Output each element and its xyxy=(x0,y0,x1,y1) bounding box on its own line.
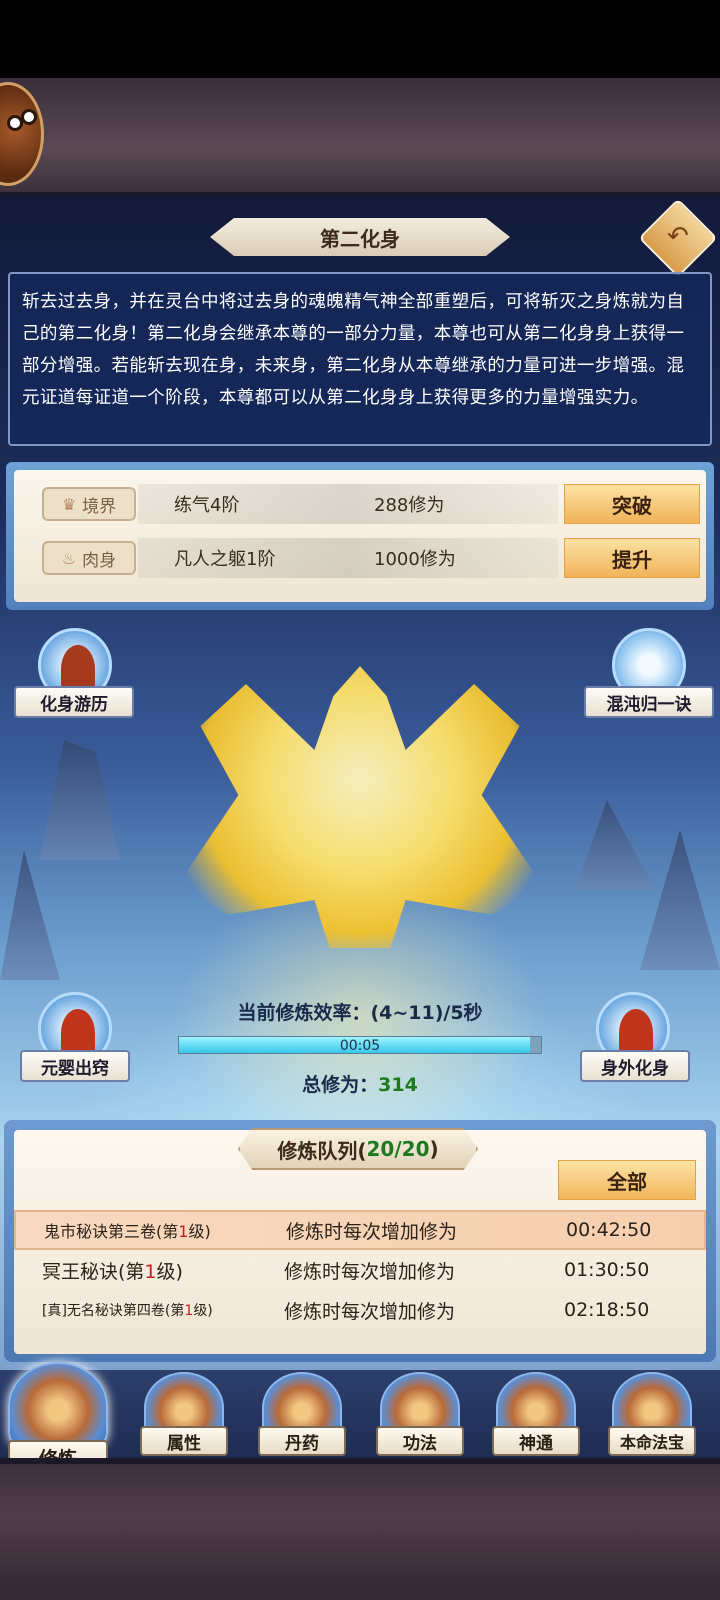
nav-label: 神通 xyxy=(492,1426,580,1456)
queue-item-name: [真]无名秘诀第四卷(第1级) xyxy=(42,1303,213,1319)
queue-item-name: 鬼市秘诀第三卷(第1级) xyxy=(44,1222,211,1241)
stats-panel: ♛ 境界 练气4阶 288修为 突破 ♨ 肉身 凡人之躯1阶 1000修为 提升 xyxy=(6,462,714,610)
nav-label: 属性 xyxy=(140,1426,228,1456)
stat-label-text: 境界 xyxy=(82,496,117,517)
nav-attributes[interactable]: 属性 xyxy=(136,1372,232,1468)
nav-cultivate[interactable]: 修炼 xyxy=(8,1362,108,1474)
nav-pills[interactable]: 丹药 xyxy=(254,1372,350,1468)
progress-timer: 00:05 xyxy=(339,1038,381,1054)
cultivate-icon xyxy=(8,1362,108,1450)
status-bar-area xyxy=(0,0,720,78)
queue-item-name: 冥王秘诀(第1级) xyxy=(42,1260,183,1283)
nav-divine-powers[interactable]: 神通 xyxy=(488,1372,584,1468)
queue-item-desc: 修炼时每次增加修为 xyxy=(284,1300,456,1323)
nav-label: 丹药 xyxy=(258,1426,346,1456)
queue-count: 20/20 xyxy=(366,1137,430,1161)
stat-label-realm: ♛ 境界 xyxy=(42,487,136,521)
all-button[interactable]: 全部 xyxy=(558,1160,696,1200)
side-button-label: 混沌归一诀 xyxy=(584,686,714,718)
stat-value: 1000修为 xyxy=(374,549,456,570)
stat-row-realm: ♛ 境界 练气4阶 288修为 突破 xyxy=(14,482,706,526)
nav-label: 功法 xyxy=(376,1426,464,1456)
chaos-art-button[interactable]: 混沌归一诀 xyxy=(584,628,714,728)
queue-row[interactable]: 冥王秘诀(第1级) 修炼时每次增加修为 01:30:50 xyxy=(14,1250,706,1290)
description-text: 斩去过去身，并在灵台中将过去身的魂魄精气神全部重塑后，可将斩灭之身炼就为自己的第… xyxy=(22,292,685,408)
nav-techniques[interactable]: 功法 xyxy=(372,1372,468,1468)
queue-item-level: 1 xyxy=(184,1303,194,1319)
stat-name: 凡人之躯1阶 xyxy=(174,549,276,570)
nav-label: 本命法宝 xyxy=(608,1426,696,1456)
stat-row-body: ♨ 肉身 凡人之躯1阶 1000修为 提升 xyxy=(14,536,706,580)
stat-label-text: 肉身 xyxy=(82,550,117,571)
nav-treasure[interactable]: 本命法宝 xyxy=(604,1372,700,1468)
total-label: 总修为： xyxy=(302,1074,379,1096)
queue-item-level: 1 xyxy=(178,1222,189,1241)
stat-name: 练气4阶 xyxy=(174,495,240,516)
queue-item-time: 01:30:50 xyxy=(564,1259,650,1281)
bottom-banner xyxy=(0,1458,720,1600)
breakthrough-button[interactable]: 突破 xyxy=(564,484,700,524)
crown-icon: ♛ xyxy=(61,494,77,514)
queue-item-desc: 修炼时每次增加修为 xyxy=(284,1260,456,1283)
queue-title: 修炼队列(20/20 ) xyxy=(238,1128,478,1170)
avatar-travel-button[interactable]: 化身游历 xyxy=(14,628,134,728)
flame-icon: ♨ xyxy=(61,548,77,568)
queue-item-time: 00:42:50 xyxy=(566,1219,652,1241)
cultivation-progress-bar: 00:05 xyxy=(178,1036,542,1054)
cultivation-rate: 当前修炼效率：(4~11)/5秒 xyxy=(237,1002,483,1024)
description-box: 斩去过去身，并在灵台中将过去身的魂魄精气神全部重塑后，可将斩灭之身炼就为自己的第… xyxy=(8,272,712,446)
queue-row[interactable]: [真]无名秘诀第四卷(第1级) 修炼时每次增加修为 02:18:50 xyxy=(14,1290,706,1330)
queue-item-time: 02:18:50 xyxy=(564,1299,650,1321)
queue-item-desc: 修炼时每次增加修为 xyxy=(286,1220,458,1243)
upgrade-button[interactable]: 提升 xyxy=(564,538,700,578)
side-button-label: 化身游历 xyxy=(14,686,134,718)
page-title: 第二化身 xyxy=(210,218,510,256)
queue-row[interactable]: 鬼市秘诀第三卷(第1级) 修炼时每次增加修为 00:42:50 xyxy=(14,1210,706,1250)
stat-value: 288修为 xyxy=(374,495,445,516)
stat-label-body: ♨ 肉身 xyxy=(42,541,136,575)
page-title-text: 第二化身 xyxy=(320,226,400,251)
total-cultivation: 总修为：314 xyxy=(0,1070,720,1097)
stats-inner: ♛ 境界 练气4阶 288修为 突破 ♨ 肉身 凡人之躯1阶 1000修为 提升 xyxy=(14,470,706,602)
total-value: 314 xyxy=(378,1074,418,1096)
avatar-eye-icon xyxy=(21,109,37,125)
queue-item-level: 1 xyxy=(144,1260,157,1283)
top-banner xyxy=(0,78,720,196)
back-arrow-icon: ↶ xyxy=(667,221,689,252)
